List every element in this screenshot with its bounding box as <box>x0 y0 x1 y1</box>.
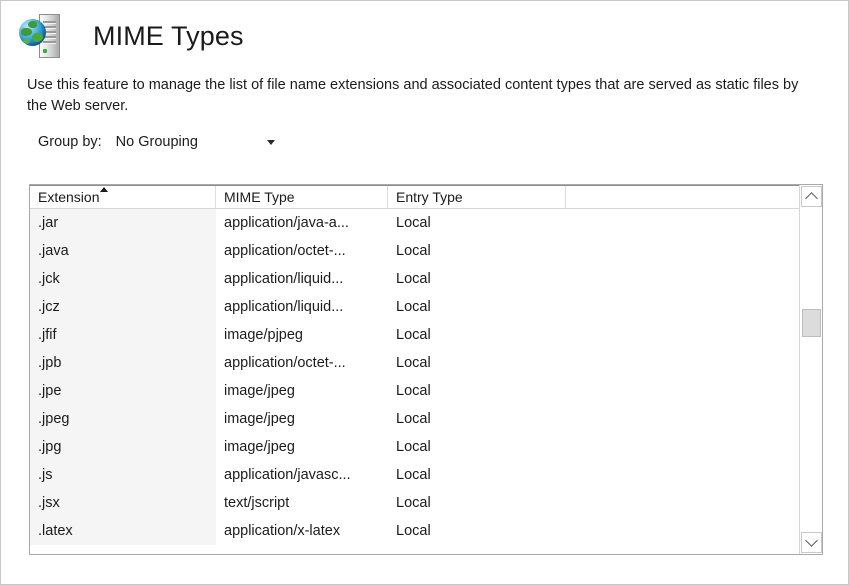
table-row[interactable]: .jpe image/jpeg Local <box>30 377 822 405</box>
cell-mime-type: image/jpeg <box>224 383 295 399</box>
cell-mime-type: image/jpeg <box>224 439 295 455</box>
sort-ascending-icon <box>100 186 109 192</box>
cell-entry-type: Local <box>396 495 431 511</box>
cell-entry-type: Local <box>396 439 431 455</box>
cell-mime-type: application/octet-... <box>224 243 346 259</box>
cell-entry-type: Local <box>396 243 431 259</box>
group-by-selected-value: No Grouping <box>115 134 198 151</box>
scrollbar-thumb[interactable] <box>802 309 821 337</box>
cell-entry-type: Local <box>396 411 431 427</box>
table-row[interactable]: .js application/javasc... Local <box>30 461 822 489</box>
cell-mime-type: text/jscript <box>224 495 290 511</box>
mime-types-page: MIME Types Use this feature to manage th… <box>0 0 849 585</box>
table-row[interactable]: .jfif image/pjpeg Local <box>30 321 822 349</box>
cell-extension: .jsx <box>30 489 216 517</box>
mime-types-grid: Extension MIME Type Entry Type .jar appli… <box>29 184 823 555</box>
table-row[interactable]: .jpeg image/jpeg Local <box>30 405 822 433</box>
cell-entry-type: Local <box>396 467 431 483</box>
cell-spacer <box>566 433 822 461</box>
column-header-entry-type-label: Entry Type <box>396 188 463 205</box>
grid-header-row: Extension MIME Type Entry Type <box>30 185 822 209</box>
table-row[interactable]: .jck application/liquid... Local <box>30 265 822 293</box>
cell-spacer <box>566 293 822 321</box>
cell-mime-type: application/javasc... <box>224 467 351 483</box>
group-by-label: Group by: <box>38 134 102 151</box>
cell-spacer <box>566 237 822 265</box>
cell-mime-type: application/liquid... <box>224 271 344 287</box>
table-row[interactable]: .jsx text/jscript Local <box>30 489 822 517</box>
cell-spacer <box>566 517 822 545</box>
cell-extension: .jpb <box>30 349 216 377</box>
cell-extension: .jck <box>30 265 216 293</box>
page-title: MIME Types <box>93 20 244 51</box>
cell-mime-type: application/x-latex <box>224 523 341 539</box>
column-header-mime-type-label: MIME Type <box>224 188 295 205</box>
group-by-bar: Group by: No Grouping <box>38 130 848 154</box>
page-header: MIME Types <box>1 1 848 59</box>
cell-mime-type: application/java-a... <box>224 215 349 231</box>
chevron-down-icon <box>805 534 818 547</box>
column-header-entry-type[interactable]: Entry Type <box>388 185 566 208</box>
column-header-mime-type[interactable]: MIME Type <box>216 185 388 208</box>
cell-extension: .jpg <box>30 433 216 461</box>
table-row[interactable]: .java application/octet-... Local <box>30 237 822 265</box>
cell-extension: .jfif <box>30 321 216 349</box>
cell-entry-type: Local <box>396 383 431 399</box>
cell-spacer <box>566 377 822 405</box>
cell-extension: .java <box>30 237 216 265</box>
cell-mime-type: image/pjpeg <box>224 327 303 343</box>
cell-extension: .latex <box>30 517 216 545</box>
cell-entry-type: Local <box>396 523 431 539</box>
cell-spacer <box>566 321 822 349</box>
table-row[interactable]: .jpg image/jpeg Local <box>30 433 822 461</box>
cell-extension: .jcz <box>30 293 216 321</box>
globe-glyph <box>19 19 46 46</box>
chevron-up-icon <box>805 192 818 205</box>
cell-mime-type: image/jpeg <box>224 411 295 427</box>
cell-extension: .js <box>30 461 216 489</box>
cell-mime-type: application/liquid... <box>224 299 344 315</box>
cell-extension: .jpe <box>30 377 216 405</box>
table-row[interactable]: .jpb application/octet-... Local <box>30 349 822 377</box>
table-row[interactable]: .jcz application/liquid... Local <box>30 293 822 321</box>
cell-spacer <box>566 265 822 293</box>
cell-mime-type: application/octet-... <box>224 355 346 371</box>
scroll-down-button[interactable] <box>801 532 822 553</box>
cell-extension: .jpeg <box>30 405 216 433</box>
table-row[interactable]: .jar application/java-a... Local <box>30 209 822 237</box>
chevron-down-icon <box>266 139 275 145</box>
cell-entry-type: Local <box>396 271 431 287</box>
cell-spacer <box>566 209 822 237</box>
cell-entry-type: Local <box>396 299 431 315</box>
scroll-up-button[interactable] <box>801 186 822 207</box>
group-by-dropdown[interactable]: No Grouping <box>109 130 285 154</box>
cell-spacer <box>566 461 822 489</box>
column-header-extension-label: Extension <box>38 188 100 205</box>
table-row[interactable]: .latex application/x-latex Local <box>30 517 822 545</box>
cell-spacer <box>566 349 822 377</box>
grid-body: .jar application/java-a... Local .java appli… <box>30 209 822 554</box>
cell-extension: .jar <box>30 209 216 237</box>
cell-entry-type: Local <box>396 215 431 231</box>
cell-spacer <box>566 489 822 517</box>
column-header-spacer[interactable] <box>566 185 822 208</box>
cell-spacer <box>566 405 822 433</box>
cell-entry-type: Local <box>396 355 431 371</box>
page-description: Use this feature to manage the list of f… <box>27 77 799 114</box>
vertical-scrollbar[interactable] <box>799 185 822 554</box>
cell-entry-type: Local <box>396 327 431 343</box>
column-header-extension[interactable]: Extension <box>30 185 216 208</box>
globe-server-icon <box>19 13 71 59</box>
